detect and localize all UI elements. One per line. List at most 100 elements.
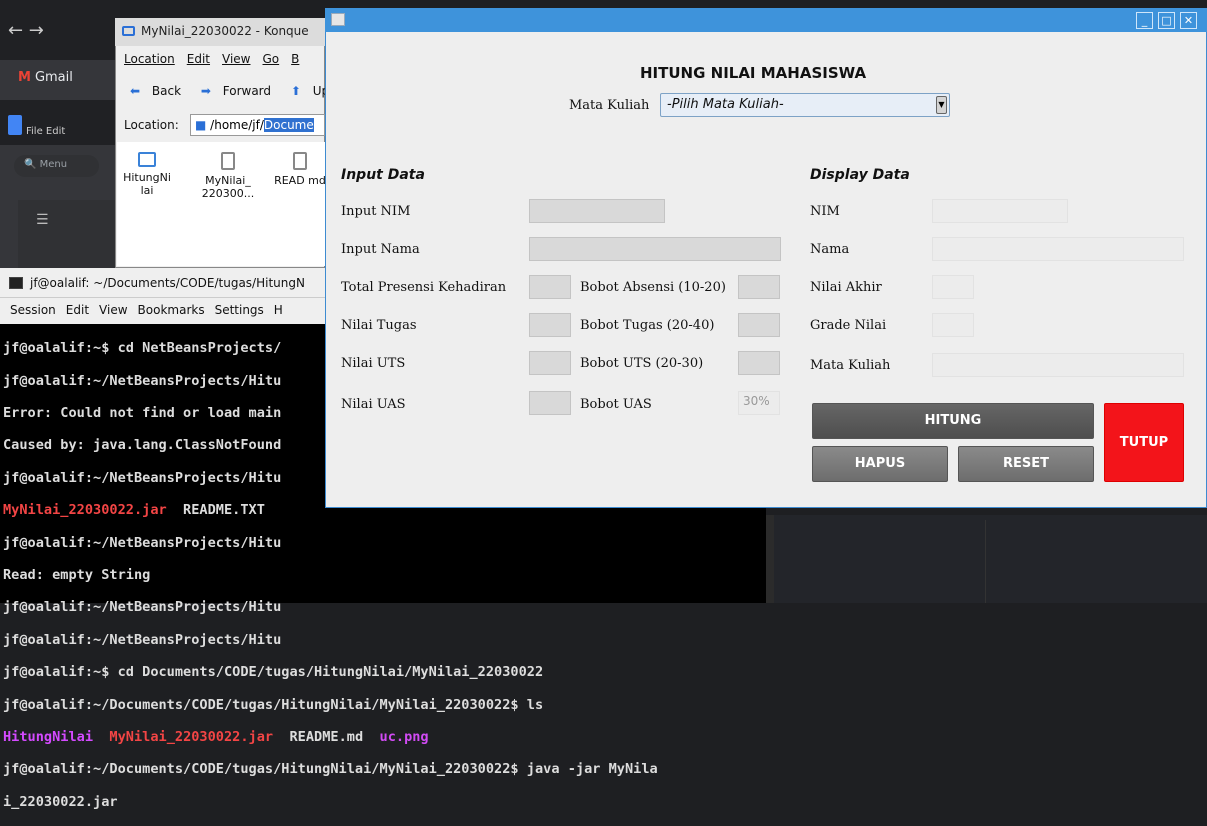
tugas-label: Nilai Tugas	[341, 318, 417, 333]
forward-button[interactable]: ➡ Forward	[201, 84, 279, 98]
hapus-button[interactable]: HAPUS	[812, 446, 948, 482]
terminal-line: HitungNilai MyNilai_22030022.jar README.…	[3, 729, 658, 745]
docs-menu[interactable]: File Edit	[26, 126, 65, 137]
nama-input[interactable]	[529, 237, 781, 261]
ls-jar: MyNilai_22030022.jar	[3, 502, 167, 519]
browser-nav-icons[interactable]: ← →	[8, 20, 44, 41]
terminal-line: Read: empty String	[3, 567, 151, 584]
terminal-line: jf@oalalif:~/Documents/CODE/tugas/Hitung…	[3, 761, 658, 778]
menu-settings[interactable]: Settings	[215, 303, 264, 317]
minimize-button[interactable]: _	[1136, 12, 1153, 29]
text-file-icon	[293, 152, 307, 170]
maximize-button[interactable]: □	[1158, 12, 1175, 29]
forward-label: Forward	[222, 84, 272, 98]
reset-button[interactable]: RESET	[958, 446, 1094, 482]
docs-menu-edit[interactable]: Edit	[46, 126, 65, 137]
docs-menu-file[interactable]: File	[26, 126, 43, 137]
app-heading: HITUNG NILAI MAHASISWA	[640, 64, 867, 82]
location-input[interactable]: ■ /home/jf/Docume	[190, 114, 325, 136]
docs-icon	[8, 115, 22, 135]
jar-icon	[221, 152, 235, 170]
ls-rest: README.TXT	[166, 502, 265, 519]
konsole-menubar: Session Edit View Bookmarks Settings H	[0, 298, 325, 324]
uas-input[interactable]	[529, 391, 571, 415]
input-section-title: Input Data	[341, 167, 425, 183]
uas-label: Nilai UAS	[341, 397, 406, 412]
gmail-icon: M	[18, 70, 31, 85]
matakuliah-label: Mata Kuliah	[569, 98, 650, 113]
uts-input[interactable]	[529, 351, 571, 375]
konqueror-menubar: Location Edit View Go B	[124, 52, 311, 66]
ls-md: README.md	[289, 729, 364, 746]
gmail-bookmark[interactable]: M Gmail	[18, 70, 73, 85]
display-nim-field	[932, 199, 1068, 223]
nama-label: Input Nama	[341, 242, 420, 257]
chevron-down-icon[interactable]: ▼	[936, 96, 947, 114]
display-section-title: Display Data	[810, 167, 910, 183]
bobot-tugas-label: Bobot Tugas (20-40)	[580, 318, 715, 333]
gmail-label: Gmail	[34, 70, 73, 85]
location-path: /home/jf/	[210, 118, 264, 132]
app-titlebar[interactable]	[325, 8, 1207, 32]
bobot-uas-field: 30%	[738, 391, 780, 415]
hitung-button[interactable]: HITUNG	[812, 403, 1094, 439]
bobot-absensi-input[interactable]	[738, 275, 780, 299]
back-button[interactable]: ⬅ Back	[130, 84, 189, 98]
tutup-button[interactable]: TUTUP	[1104, 403, 1184, 482]
up-arrow-icon: ⬆	[290, 84, 301, 98]
docs-menu-search[interactable]: 🔍 Menu	[14, 155, 99, 177]
terminal-icon	[9, 277, 23, 289]
nim-label: Input NIM	[341, 204, 411, 219]
uts-label: Nilai UTS	[341, 356, 406, 371]
bobot-tugas-input[interactable]	[738, 313, 780, 337]
matakuliah-select[interactable]: -Pilih Mata Kuliah-	[660, 93, 950, 117]
display-nama-label: Nama	[810, 242, 850, 257]
bobot-uas-label: Bobot UAS	[580, 397, 652, 412]
terminal-line: i_22030022.jar	[3, 793, 118, 810]
editor-background	[774, 515, 1207, 603]
menu-bookmarks[interactable]: B	[291, 52, 299, 66]
menu-view[interactable]: View	[99, 303, 127, 317]
menu-edit[interactable]: Edit	[187, 52, 210, 66]
terminal-scrollbar[interactable]	[766, 515, 774, 603]
ls-png: uc.png	[379, 729, 429, 746]
display-matkul-field	[932, 353, 1184, 377]
location-label: Location:	[124, 118, 179, 132]
nim-input[interactable]	[529, 199, 665, 223]
java-icon	[331, 13, 345, 26]
terminal-line: jf@oalalif:~/NetBeansProjects/Hitu	[3, 631, 282, 648]
bobot-absensi-label: Bobot Absensi (10-20)	[580, 280, 726, 295]
file-item-hitungnilai[interactable]: HitungNi lai	[117, 146, 177, 197]
display-nama-field	[932, 237, 1184, 261]
file-name: MyNilai_ 220300...	[201, 174, 255, 200]
konsole-title[interactable]: jf@oalalif: ~/Documents/CODE/tugas/Hitun…	[0, 268, 325, 298]
bobot-uts-input[interactable]	[738, 351, 780, 375]
menu-view[interactable]: View	[222, 52, 250, 66]
file-item-jar[interactable]: MyNilai_ 220300...	[198, 146, 258, 200]
outline-icon[interactable]: ☰	[36, 212, 49, 228]
location-selection: Docume	[263, 118, 314, 132]
presensi-input[interactable]	[529, 275, 571, 299]
display-nim-label: NIM	[810, 204, 840, 219]
konqueror-title[interactable]: MyNilai_22030022 - Konque	[115, 18, 325, 46]
menu-location[interactable]: Location	[124, 52, 175, 66]
matakuliah-selected: -Pilih Mata Kuliah-	[667, 97, 784, 112]
back-label: Back	[151, 84, 182, 98]
tugas-input[interactable]	[529, 313, 571, 337]
menu-edit[interactable]: Edit	[66, 303, 89, 317]
grade-field	[932, 313, 974, 337]
menu-bookmarks[interactable]: Bookmarks	[138, 303, 205, 317]
back-arrow-icon: ⬅	[130, 84, 141, 98]
folder-icon	[138, 152, 156, 167]
menu-go[interactable]: Go	[263, 52, 280, 66]
grade-label: Grade Nilai	[810, 318, 887, 333]
nilai-akhir-label: Nilai Akhir	[810, 280, 882, 295]
forward-arrow-icon: ➡	[200, 84, 211, 98]
presensi-label: Total Presensi Kehadiran	[341, 280, 507, 295]
close-button[interactable]: ✕	[1180, 12, 1197, 29]
nilai-akhir-field	[932, 275, 974, 299]
menu-help[interactable]: H	[274, 303, 283, 317]
terminal-line: jf@oalalif:~/NetBeansProjects/Hitu	[3, 534, 282, 551]
file-item-readme[interactable]: READ md	[272, 146, 328, 187]
menu-session[interactable]: Session	[10, 303, 56, 317]
